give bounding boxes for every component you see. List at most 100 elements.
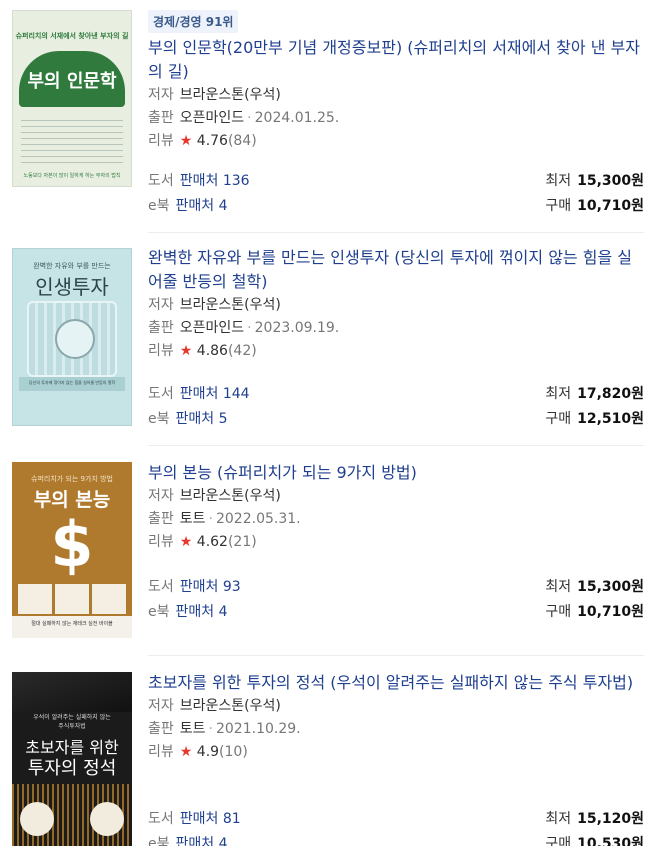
review-label: 리뷰 — [148, 534, 174, 550]
review-count[interactable]: (21) — [228, 534, 257, 550]
buy-price-value: 10,710원 — [577, 198, 644, 214]
review-label: 리뷰 — [148, 343, 174, 359]
buy-price[interactable]: 구매 12,510원 — [545, 408, 644, 430]
author-row: 저자 브라운스톤(우석) — [148, 294, 644, 317]
book-sellers-link[interactable]: 판매처 144 — [180, 386, 250, 402]
book-format-label: 도서 — [148, 579, 174, 595]
cover-chart-art — [12, 672, 132, 712]
author-row: 저자 브라운스톤(우석) — [148, 485, 644, 508]
lowest-price-value: 15,300원 — [577, 579, 644, 595]
review-count[interactable]: (10) — [219, 744, 248, 760]
star-icon: ★ — [179, 534, 193, 550]
cover-bottom-text: 노동보다 자본이 많이 일하게 하는 부자의 법칙 — [23, 173, 121, 179]
book-title-link[interactable]: 부의 본능 (슈퍼리치가 되는 9가지 방법) — [148, 461, 644, 485]
separator-dot: · — [208, 721, 213, 737]
author-link[interactable]: 브라운스톤(우석) — [180, 698, 281, 714]
author-label: 저자 — [148, 488, 174, 504]
review-label: 리뷰 — [148, 133, 174, 149]
publisher-row: 출판 토트 · 2021.10.29. — [148, 718, 644, 741]
cover-info-boxes — [18, 584, 126, 614]
author-label: 저자 — [148, 698, 174, 714]
publisher-row: 출판 토트 · 2022.05.31. — [148, 508, 644, 531]
ebook-price-row: e북 판매처 4 구매 10,710원 — [148, 195, 644, 217]
cover-author-grid — [21, 115, 123, 167]
separator-dot: · — [247, 320, 252, 336]
lowest-price[interactable]: 최저 15,300원 — [545, 170, 644, 192]
ebook-sellers-link[interactable]: 판매처 4 — [176, 604, 228, 620]
rank-badge: 경제/경영 91위 — [148, 10, 239, 33]
book-cover[interactable]: 슈퍼리치의 서재에서 찾아낸 부자의 길 부의 인문학 노동보다 자본이 많이 … — [12, 10, 132, 187]
publisher-label: 출판 — [148, 320, 174, 336]
book-cover[interactable]: 완벽한 자유와 부를 만드는 인생투자 당신의 투자에 꺾이지 않는 힘을 실어… — [12, 248, 132, 426]
ebook-sellers-link[interactable]: 판매처 4 — [176, 198, 228, 214]
book-price-row: 도서 판매처 81 최저 15,120원 — [148, 808, 644, 830]
publisher-label: 출판 — [148, 110, 174, 126]
book-price-row: 도서 판매처 136 최저 15,300원 — [148, 170, 644, 192]
author-link[interactable]: 브라운스톤(우석) — [180, 87, 281, 103]
publisher-label: 출판 — [148, 511, 174, 527]
book-sellers-link[interactable]: 판매처 81 — [180, 811, 241, 827]
review-label: 리뷰 — [148, 744, 174, 760]
buy-price[interactable]: 구매 10,530원 — [545, 833, 644, 846]
book-title-link[interactable]: 부의 인문학(20만부 기념 개정증보판) (슈퍼리치의 서재에서 찾아 낸 부… — [148, 36, 644, 84]
divider — [148, 232, 644, 233]
buy-price-value: 10,710원 — [577, 604, 644, 620]
ebook-sellers-link[interactable]: 판매처 4 — [176, 836, 228, 846]
publisher-link[interactable]: 토트 — [180, 721, 206, 737]
publisher-link[interactable]: 토트 — [180, 511, 206, 527]
lowest-price[interactable]: 최저 15,120원 — [545, 808, 644, 830]
cover-title-text: 부의 인문학 — [27, 71, 117, 92]
publisher-link[interactable]: 오픈마인드 — [180, 110, 244, 126]
ebook-price-row: e북 판매처 5 구매 12,510원 — [148, 408, 644, 430]
book-title-link[interactable]: 완벽한 자유와 부를 만드는 인생투자 (당신의 투자에 꺾이지 않는 힘을 실… — [148, 246, 644, 294]
cover-bottom-text: 당신의 투자에 꺾이지 않는 힘을 실어줄 반등의 철학 — [28, 380, 116, 385]
publish-date: 2023.09.19. — [254, 320, 340, 336]
publisher-label: 출판 — [148, 721, 174, 737]
publisher-link[interactable]: 오픈마인드 — [180, 320, 244, 336]
author-link[interactable]: 브라운스톤(우석) — [180, 488, 281, 504]
rating-value[interactable]: 4.86 — [197, 343, 228, 359]
book-cover[interactable]: 슈퍼리치가 되는 9가지 방법 부의 본능 $ 절대 실패하지 않는 재테크 실… — [12, 462, 132, 638]
book-cover[interactable]: 우석이 알려주는 실패하지 않는 주식투자법 초보자를 위한 투자의 정석 — [12, 672, 132, 846]
book-sellers-link[interactable]: 판매처 93 — [180, 579, 241, 595]
separator-dot: · — [208, 511, 213, 527]
book-sellers-link[interactable]: 판매처 136 — [180, 173, 250, 189]
buy-label: 구매 — [545, 198, 572, 214]
author-row: 저자 브라운스톤(우석) — [148, 695, 644, 718]
cover-title-text: 인생투자 — [35, 275, 109, 299]
book-title-link[interactable]: 초보자를 위한 투자의 정석 (우석이 알려주는 실패하지 않는 주식 투자법) — [148, 671, 644, 695]
author-link[interactable]: 브라운스톤(우석) — [180, 297, 281, 313]
author-label: 저자 — [148, 87, 174, 103]
lowest-price[interactable]: 최저 17,820원 — [545, 383, 644, 405]
publish-date: 2021.10.29. — [215, 721, 301, 737]
cover-top-text: 우석이 알려주는 실패하지 않는 주식투자법 — [33, 714, 111, 730]
review-count[interactable]: (84) — [228, 133, 257, 149]
rating-value[interactable]: 4.9 — [197, 744, 219, 760]
separator-dot: · — [247, 110, 252, 126]
review-count[interactable]: (42) — [228, 343, 257, 359]
rating-value[interactable]: 4.62 — [197, 534, 228, 550]
book-format-label: 도서 — [148, 386, 174, 402]
ebook-sellers-link[interactable]: 판매처 5 — [176, 411, 228, 427]
rating-value[interactable]: 4.76 — [197, 133, 228, 149]
author-row: 저자 브라운스톤(우석) — [148, 84, 644, 107]
buy-price[interactable]: 구매 10,710원 — [545, 195, 644, 217]
cover-top-text: 완벽한 자유와 부를 만드는 — [33, 262, 111, 270]
lowest-price[interactable]: 최저 15,300원 — [545, 576, 644, 598]
publish-date: 2022.05.31. — [215, 511, 301, 527]
cover-sticker-right — [90, 802, 124, 836]
review-row: 리뷰 ★ 4.76(84) — [148, 130, 644, 153]
lowest-price-value: 17,820원 — [577, 386, 644, 402]
buy-price-value: 12,510원 — [577, 411, 644, 427]
buy-price[interactable]: 구매 10,710원 — [545, 601, 644, 623]
lowest-label: 최저 — [545, 811, 572, 827]
review-row: 리뷰 ★ 4.62(21) — [148, 531, 644, 554]
book-price-row: 도서 판매처 144 최저 17,820원 — [148, 383, 644, 405]
lowest-label: 최저 — [545, 173, 572, 189]
divider — [148, 655, 644, 656]
lowest-label: 최저 — [545, 386, 572, 402]
ebook-format-label: e북 — [148, 411, 170, 427]
book-format-label: 도서 — [148, 173, 174, 189]
book-format-label: 도서 — [148, 811, 174, 827]
ebook-price-row: e북 판매처 4 구매 10,710원 — [148, 601, 644, 623]
